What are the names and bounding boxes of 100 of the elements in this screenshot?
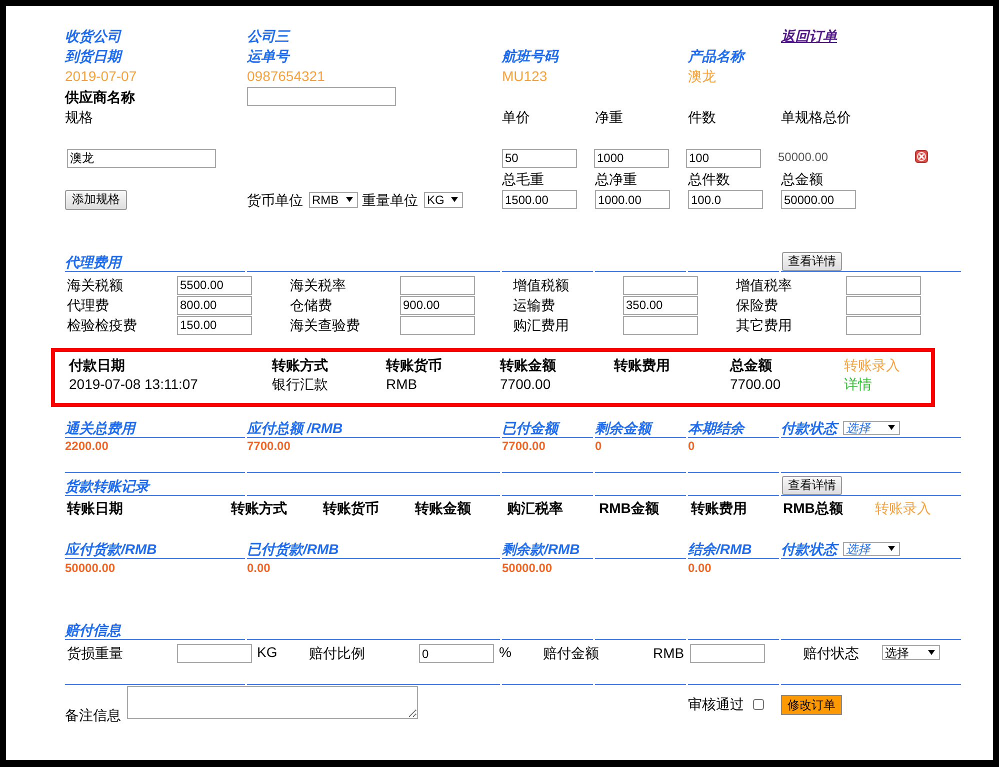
fee-field[interactable] [400,316,475,334]
section-title: 货款转账记录 [65,478,149,494]
status-label: 付款状态 [781,420,837,436]
fee-label: 运输费 [513,297,555,313]
add-spec-button[interactable]: 添加规格 [65,190,127,210]
unit-price-field[interactable]: 50 [502,148,577,168]
amount-field[interactable] [690,644,765,663]
details-button[interactable]: 查看详情 [782,476,842,495]
fee-field[interactable]: 350.00 [623,296,698,314]
summary-value: 50000.00 [502,561,552,575]
fee-label: 其它费用 [736,317,792,333]
column-header: 转账费用 [691,500,747,516]
back-link[interactable]: 返回订单 [781,28,837,44]
cell-value: 银行汇款 [272,375,328,394]
total-field[interactable]: 1000.00 [595,190,670,209]
unit-label: 重量单位 [362,192,418,208]
column-header: 转账金额 [500,356,556,375]
pieces-field[interactable]: 100 [686,148,761,168]
column-header: 转账费用 [614,356,670,375]
column-header: 转账方式 [231,500,287,516]
status-select[interactable]: 选择 [882,645,940,660]
net-weight-field[interactable]: 1000 [594,148,669,168]
submit-button[interactable]: 修改订单 [781,695,842,715]
total-label: 总毛重 [502,170,544,186]
supplier-field[interactable] [247,87,396,106]
spec-name-field[interactable]: 澳龙 [67,148,216,168]
summary-label: 剩余金额 [595,420,651,436]
field-label: 货损重量 [67,644,123,663]
fee-label: 海关税额 [67,277,123,293]
fee-label: 代理费 [67,297,109,313]
column-header: 转账方式 [272,356,328,375]
total-field[interactable]: 50000.00 [781,190,856,209]
fee-label: 海关税率 [290,277,346,293]
fee-label: 保险费 [736,297,778,313]
weight-select[interactable]: KG [424,192,463,208]
fee-field[interactable] [846,276,921,294]
column-header: 转账日期 [67,500,123,516]
total-label: 总件数 [688,170,730,186]
column-header: 单规格总价 [781,109,851,125]
remarks-field[interactable] [127,686,418,719]
summary-label: 通关总费用 [65,420,135,436]
currency-select[interactable]: RMB [309,192,358,208]
status-select[interactable]: 选择 [843,420,900,434]
status-label: 付款状态 [781,540,837,556]
total-label: 总净重 [595,170,637,186]
field-label: 产品名称 [688,48,744,64]
summary-value: 0 [688,438,695,452]
fee-field[interactable] [623,316,698,334]
review-checkbox[interactable] [753,699,764,710]
column-header: 付款日期 [69,356,125,375]
fee-label: 购汇费用 [513,317,569,333]
summary-label: 已付货款/RMB [247,540,339,556]
field-label: 规格 [65,109,93,125]
summary-label: 剩余款/RMB [502,540,580,556]
review-label: 审核通过 [688,696,744,712]
fee-field[interactable]: 800.00 [177,296,252,314]
fee-field[interactable]: 5500.00 [177,276,252,294]
cell-value: 7700.00 [730,375,781,394]
weight-field[interactable] [177,644,252,663]
field-label: 赔付金额 [543,644,599,663]
caret-icon [451,197,458,202]
summary-value: 0.00 [247,561,270,575]
cell-value: 7700.00 [500,375,551,394]
field-value: 0987654321 [247,68,325,84]
summary-label: 已付金额 [502,420,558,436]
fee-field[interactable] [846,316,921,334]
field-label: 运单号 [247,48,289,64]
status-select[interactable]: 选择 [843,542,900,556]
field-label: 航班号码 [502,48,558,64]
summary-label: 应付总额 /RMB [247,420,343,436]
field-label: 赔付状态 [803,644,859,663]
summary-value: 7700.00 [247,438,290,452]
fee-label: 增值税额 [513,277,569,293]
fee-label: 仓储费 [290,297,332,313]
column-header: 转账货币 [386,356,442,375]
summary-label: 结余/RMB [688,540,752,556]
field-label: 供应商名称 [65,88,135,104]
delete-icon[interactable] [915,150,928,162]
ratio-field[interactable]: 0 [419,644,494,663]
field-value: 澳龙 [688,68,716,84]
unit-label: % [499,644,512,660]
currency-label: RMB [653,644,684,663]
total-field[interactable]: 1500.00 [502,190,577,209]
column-header: 净重 [595,109,623,125]
fee-field[interactable] [846,296,921,314]
fee-field[interactable]: 150.00 [177,316,252,334]
fee-label: 检验检疫费 [67,317,137,333]
details-button[interactable]: 查看详情 [782,252,842,271]
total-label: 总金额 [781,170,823,186]
field-value: 2019-07-07 [65,68,137,84]
remarks-label: 备注信息 [65,707,121,723]
fee-field[interactable] [623,276,698,294]
fee-field[interactable] [400,276,475,294]
column-header: 件数 [688,109,716,125]
summary-value: 7700.00 [502,438,546,452]
fee-field[interactable]: 900.00 [400,296,475,314]
cell-value: RMB [386,375,418,394]
total-field[interactable]: 100.0 [688,190,763,209]
column-header: 单价 [502,109,530,125]
unit-label: 货币单位 [247,192,303,208]
